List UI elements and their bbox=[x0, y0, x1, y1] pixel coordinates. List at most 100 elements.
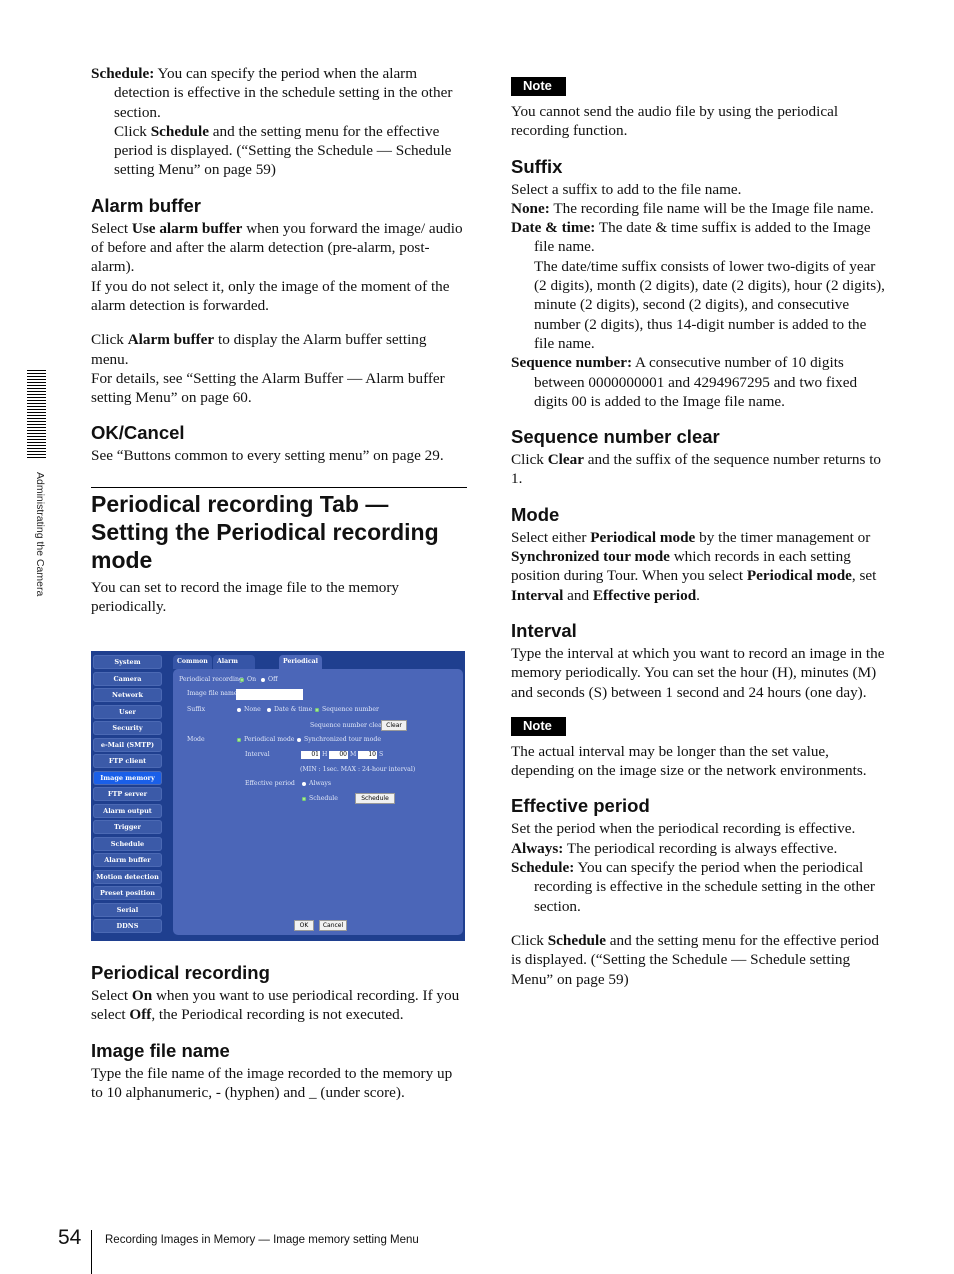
text: Select bbox=[91, 219, 132, 237]
text: Select bbox=[91, 987, 132, 1004]
side-section-label: Administrating the Camera bbox=[34, 472, 46, 597]
interval-hours-input[interactable]: 01 bbox=[301, 751, 320, 759]
sidebar-item-ddns[interactable]: DDNS bbox=[93, 919, 162, 933]
text: and bbox=[563, 586, 593, 604]
clear-button[interactable]: Clear bbox=[381, 720, 407, 731]
date-time-detail: The date/time suffix consists of lower t… bbox=[534, 257, 885, 352]
heading-periodical-recording: Periodical recording bbox=[91, 962, 270, 983]
radio-label: Sequence number bbox=[322, 706, 380, 713]
suffix-sequence-radio[interactable]: Sequence number bbox=[315, 706, 379, 713]
bold-term: Clear bbox=[547, 451, 584, 469]
sidebar-item-schedule[interactable]: Schedule bbox=[93, 836, 162, 851]
suffix-datetime-radio[interactable]: Date & time bbox=[267, 706, 312, 713]
term: Schedule: bbox=[511, 859, 575, 877]
heading-image-file-name: Image file name bbox=[91, 1039, 230, 1061]
text: The periodical recording is always effec… bbox=[563, 839, 838, 857]
bold-term: Periodical mode bbox=[746, 567, 852, 585]
sequence-clear-label: Sequence number clear bbox=[310, 722, 385, 729]
settings-screenshot: System Camera Network User Security e-Mail (S… bbox=[91, 651, 465, 941]
mode-synchronized-radio[interactable]: Synchronized tour mode bbox=[297, 736, 381, 743]
sidebar-item-network[interactable]: Network bbox=[93, 688, 162, 702]
paragraph: Select Use alarm buffer when you forward… bbox=[91, 219, 467, 277]
note-label: Note bbox=[511, 77, 566, 96]
paragraph: See “Buttons common to every setting men… bbox=[91, 447, 444, 465]
radio-selected-icon bbox=[240, 677, 244, 682]
sidebar-item-ftp-client[interactable]: FTP client bbox=[93, 754, 162, 768]
right-column: Note You cannot send the audio file by u… bbox=[511, 76, 887, 989]
radio-label: Always bbox=[309, 780, 332, 787]
heading-alarm-buffer: Alarm buffer bbox=[91, 194, 201, 216]
paragraph: Click Schedule and the setting menu for … bbox=[511, 931, 887, 989]
ok-button[interactable]: OK bbox=[294, 920, 314, 931]
sidebar-item-e-mail-smtp[interactable]: e-Mail (SMTP) bbox=[93, 737, 162, 752]
text: Select either bbox=[511, 528, 591, 546]
suffix-none-radio[interactable]: None bbox=[237, 706, 261, 713]
definition-always: Always: The periodical recording is alwa… bbox=[511, 839, 887, 858]
interval-seconds-input[interactable]: 10 bbox=[358, 751, 377, 759]
radio-selected-icon bbox=[315, 707, 319, 712]
radio-label: Date & time bbox=[274, 706, 313, 713]
image-file-name-input[interactable] bbox=[236, 689, 303, 700]
radio-on[interactable]: On bbox=[240, 676, 256, 683]
radio-icon bbox=[261, 677, 265, 682]
effective-period-label: Effective period bbox=[245, 780, 295, 787]
section-thumb-index bbox=[27, 370, 46, 460]
heading-suffix: Suffix bbox=[511, 155, 563, 177]
radio-label: On bbox=[247, 676, 257, 683]
radio-icon bbox=[267, 707, 271, 712]
sidebar-item-camera[interactable]: Camera bbox=[93, 671, 162, 686]
image-file-name-label: Image file name bbox=[187, 690, 238, 697]
schedule-button[interactable]: Schedule bbox=[355, 793, 395, 804]
interval-minutes-input[interactable]: 00 bbox=[329, 751, 348, 759]
bold-term: Schedule bbox=[547, 931, 606, 949]
text: The recording file name will be the Imag… bbox=[549, 199, 874, 217]
interval-hint: (MIN : 1sec. MAX : 24-hour interval) bbox=[300, 766, 416, 773]
bold-term: Use alarm buffer bbox=[131, 219, 243, 237]
sidebar-item-ftp-server[interactable]: FTP server bbox=[93, 787, 162, 801]
radio-off[interactable]: Off bbox=[261, 676, 277, 683]
bold-term: Synchronized tour mode bbox=[511, 548, 670, 566]
sidebar-item-motion-detection[interactable]: Motion detection bbox=[93, 869, 162, 884]
tab-alarm-recording[interactable]: Alarm recording bbox=[213, 655, 255, 679]
note-text: The actual interval may be longer than t… bbox=[511, 742, 867, 780]
text: , set bbox=[851, 567, 877, 585]
text: Click bbox=[114, 122, 151, 140]
mode-periodical-radio[interactable]: Periodical mode bbox=[237, 736, 294, 743]
seconds-unit: S bbox=[379, 751, 384, 758]
paragraph: Select a suffix to add to the file name. bbox=[511, 180, 742, 198]
tab-common[interactable]: Common bbox=[173, 655, 212, 669]
definition-schedule: Schedule: You can specify the period whe… bbox=[511, 858, 887, 916]
text: You can specify the period when the peri… bbox=[534, 859, 875, 915]
heading-sequence-number-clear: Sequence number clear bbox=[511, 426, 720, 448]
term: Schedule: bbox=[91, 65, 155, 82]
sidebar-item-system[interactable]: System bbox=[93, 655, 162, 669]
text: , the Periodical recording is not execut… bbox=[151, 1006, 404, 1024]
heading-effective-period: Effective period bbox=[511, 795, 650, 817]
sidebar-item-alarm-buffer[interactable]: Alarm buffer bbox=[93, 853, 162, 867]
effective-schedule-radio[interactable]: Schedule bbox=[302, 795, 338, 802]
sidebar-item-security[interactable]: Security bbox=[93, 721, 162, 735]
cancel-button[interactable]: Cancel bbox=[319, 920, 347, 931]
sidebar-item-trigger[interactable]: Trigger bbox=[93, 820, 162, 834]
text: . bbox=[696, 586, 700, 604]
schedule-click-text: Click Schedule and the setting menu for … bbox=[91, 122, 467, 180]
radio-icon bbox=[297, 737, 301, 742]
sidebar-item-image-memory[interactable]: Image memory bbox=[93, 770, 162, 785]
note-label: Note bbox=[511, 716, 566, 736]
sidebar-item-user[interactable]: User bbox=[93, 704, 162, 719]
tab-periodical-recording[interactable]: Periodical recording bbox=[279, 655, 322, 679]
radio-selected-icon bbox=[237, 737, 241, 742]
term: None: bbox=[511, 199, 550, 217]
sidebar-item-serial[interactable]: Serial bbox=[93, 902, 162, 917]
sidebar-item-alarm-output[interactable]: Alarm output bbox=[93, 803, 162, 818]
radio-label: Synchronized tour mode bbox=[304, 736, 382, 743]
definition-none: None: The recording file name will be th… bbox=[511, 199, 887, 218]
text: Click bbox=[91, 331, 128, 349]
heading-mode: Mode bbox=[511, 503, 560, 525]
section-intro: You can set to record the image file to … bbox=[91, 578, 400, 616]
text: You can specify the period when the alar… bbox=[114, 65, 453, 121]
definition-date-time: Date & time: The date & time suffix is a… bbox=[511, 218, 887, 257]
sidebar-item-preset-position[interactable]: Preset position bbox=[93, 886, 162, 900]
effective-always-radio[interactable]: Always bbox=[302, 780, 331, 787]
minutes-unit: M bbox=[350, 751, 357, 758]
